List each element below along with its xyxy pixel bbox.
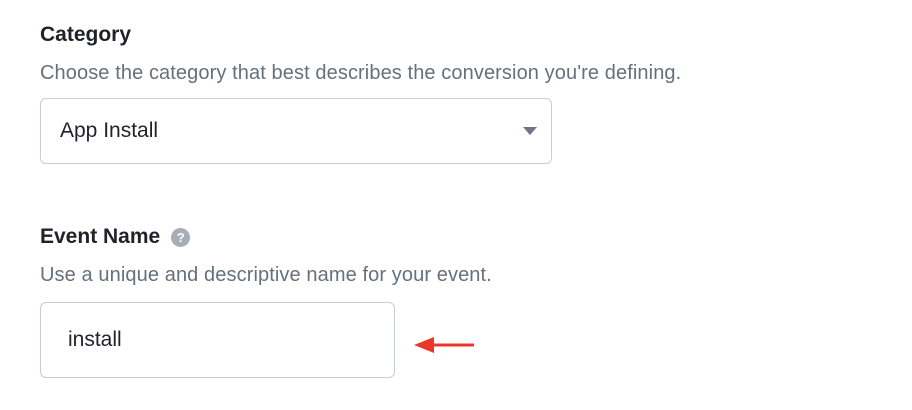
event-name-label: Event Name ? [40,224,492,250]
category-label-text: Category [40,23,132,46]
question-circle-icon[interactable]: ? [171,227,191,247]
chevron-down-icon [523,127,537,135]
event-name-section: Event Name ? Use a unique and descriptiv… [40,224,492,378]
arrow-left-icon [414,337,474,353]
event-name-input[interactable] [40,302,395,378]
category-label: Category [40,22,681,48]
category-description: Choose the category that best describes … [40,62,682,84]
category-select[interactable]: App Install [40,98,552,164]
event-name-description: Use a unique and descriptive name for yo… [40,264,492,286]
category-section: Category Choose the category that best d… [40,22,682,164]
event-name-label-text: Event Name [40,225,161,248]
category-select-value: App Install [60,119,159,142]
